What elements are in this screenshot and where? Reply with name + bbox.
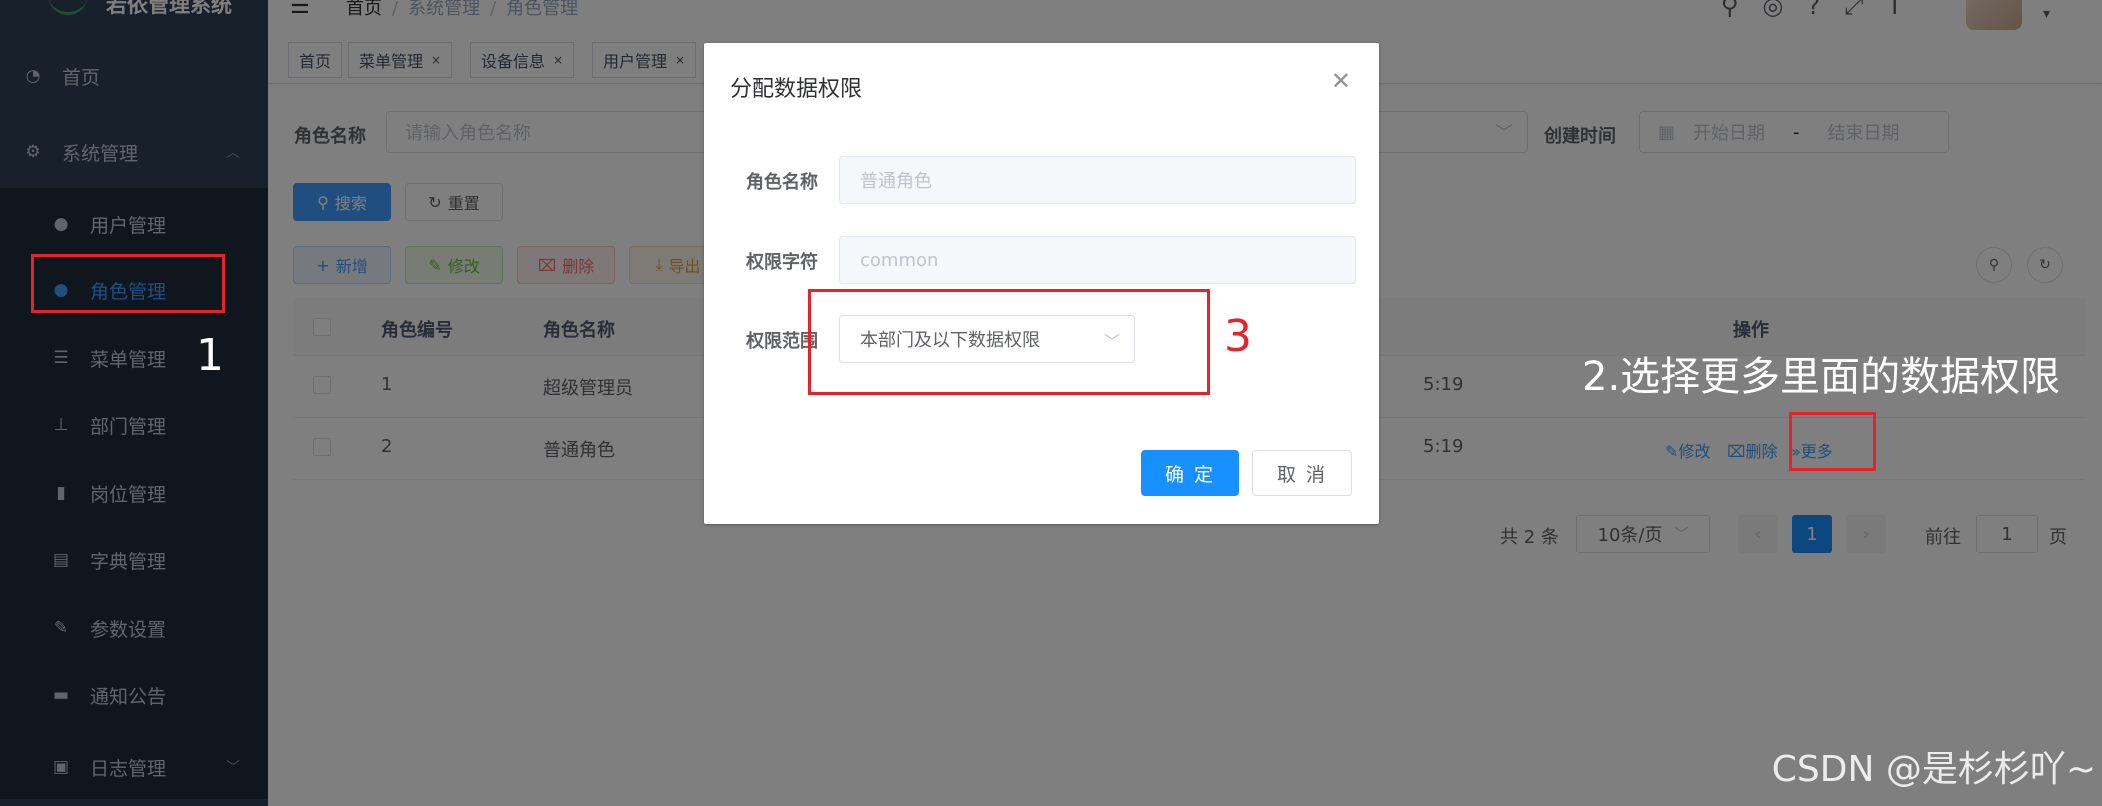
perm-key-label: 权限字符 xyxy=(746,252,818,273)
annotation-box-3 xyxy=(808,289,1210,395)
annotation-step-3: 3 xyxy=(1224,311,1252,362)
annotation-box-2 xyxy=(1789,412,1876,471)
perm-key-field: common xyxy=(839,236,1356,284)
dialog-title: 分配数据权限 xyxy=(730,77,863,102)
annotation-step-2: 2.选择更多里面的数据权限 xyxy=(1582,354,2061,400)
confirm-button[interactable]: 确 定 xyxy=(1141,450,1239,496)
assign-data-scope-dialog: 分配数据权限 ✕ 角色名称 普通角色 权限字符 common 权限范围 本部门及… xyxy=(704,43,1379,524)
watermark: CSDN @是杉杉吖~ xyxy=(1771,749,2096,790)
annotation-step-1: 1 xyxy=(196,330,224,381)
role-name-field: 普通角色 xyxy=(839,156,1356,204)
close-icon[interactable]: ✕ xyxy=(1331,67,1351,95)
annotation-box-1 xyxy=(31,254,225,313)
cancel-button[interactable]: 取 消 xyxy=(1252,450,1352,496)
role-name-label: 角色名称 xyxy=(746,172,818,193)
